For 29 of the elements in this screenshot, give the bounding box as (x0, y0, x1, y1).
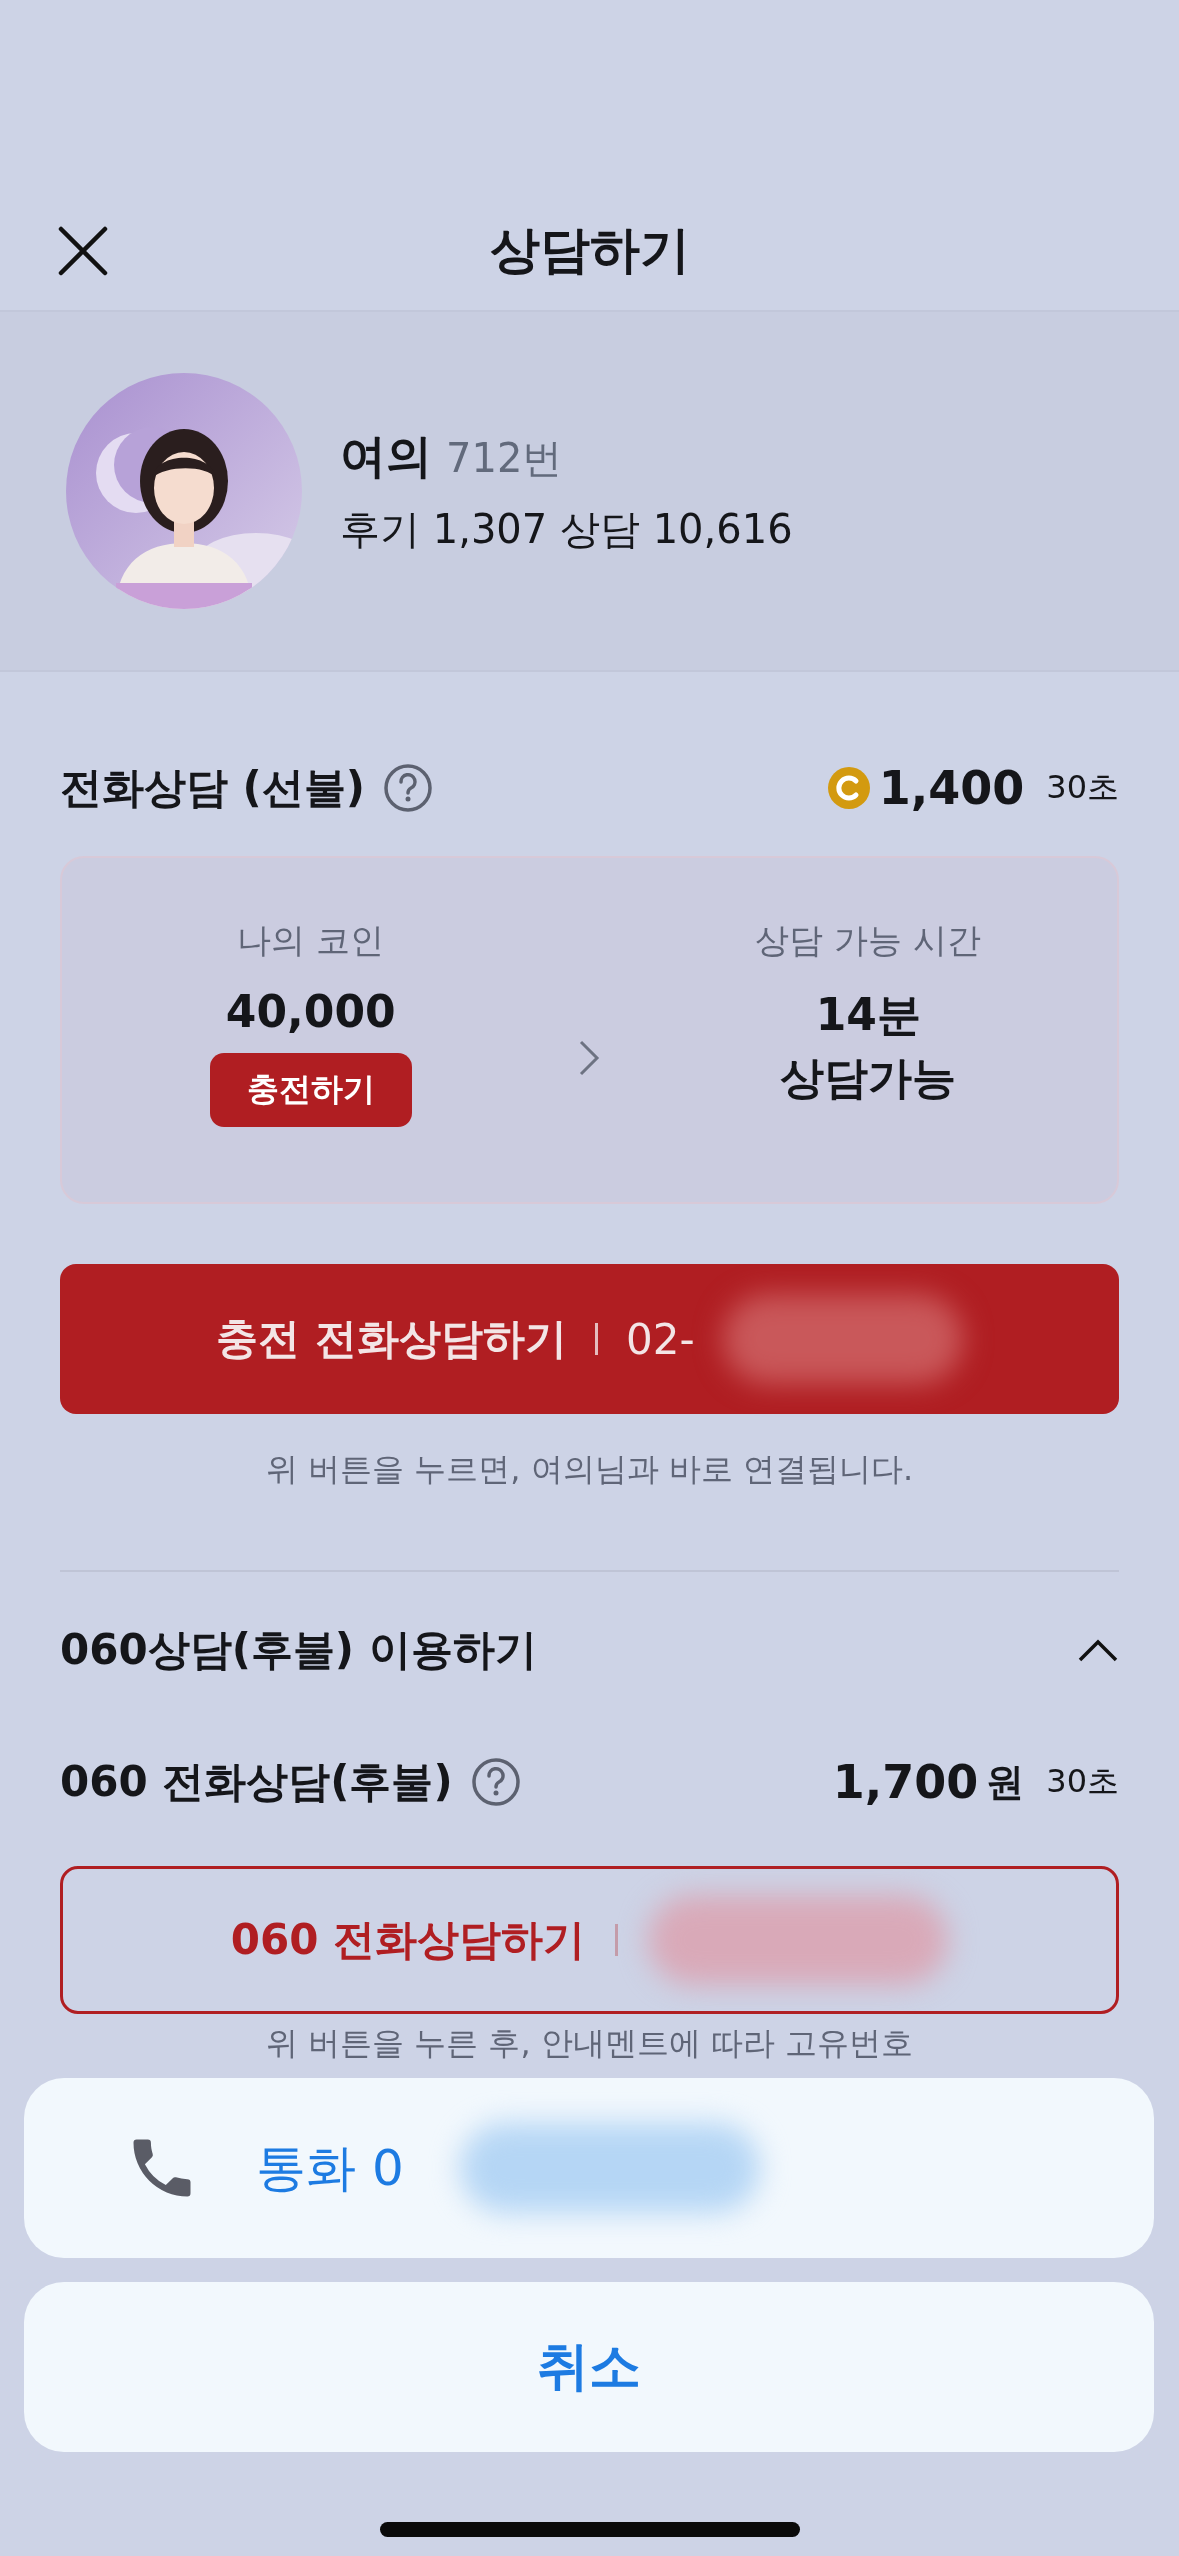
section-title: 060상담(후불) 이용하기 (60, 1624, 537, 1676)
price: 1,700 (832, 1755, 979, 1809)
counselor-number: 712번 (446, 433, 563, 483)
caption: 위 버튼을 누른 후, 안내멘트에 따라 고유번호 (264, 2023, 915, 2064)
prepaid-call-button[interactable]: 충전 전화상담하기 02- (60, 1264, 1119, 1414)
caption: 위 버튼을 누르면, 여의님과 바로 연결됩니다. (264, 1449, 915, 1490)
coin-balance: 40,000 (225, 986, 396, 1037)
coin-label: 나의 코인 (237, 919, 385, 962)
coin-icon (826, 766, 871, 810)
help-icon[interactable] (470, 1757, 521, 1807)
review-stats: 후기 1,307 상담 10,616 (340, 504, 793, 554)
time-note: 상담가능 (780, 1051, 957, 1105)
postpaid-call-button[interactable]: 060 전화상담하기 (60, 1866, 1119, 2014)
close-icon[interactable] (58, 226, 108, 276)
time-label: 상담 가능 시간 (755, 919, 982, 962)
call-option[interactable]: 통화 0 (24, 2078, 1154, 2258)
counselor-name: 여의 (340, 427, 432, 485)
help-icon[interactable] (383, 763, 433, 813)
chevron-up-icon[interactable] (1077, 1637, 1119, 1663)
price: 1,400 (878, 761, 1025, 815)
time-value: 14분 (815, 988, 921, 1042)
price-unit-time: 30초 (1046, 767, 1119, 808)
page-title: 상담하기 (489, 219, 690, 281)
row-title: 060 전화상담(후불) (60, 1756, 453, 1808)
price-currency: 원 (986, 1758, 1025, 1806)
charge-button[interactable]: 충전하기 (209, 1053, 412, 1127)
section-title: 전화상담 (선불) (60, 762, 365, 814)
price-unit-time: 30초 (1046, 1761, 1119, 1802)
cancel-button[interactable]: 취소 (24, 2282, 1154, 2452)
